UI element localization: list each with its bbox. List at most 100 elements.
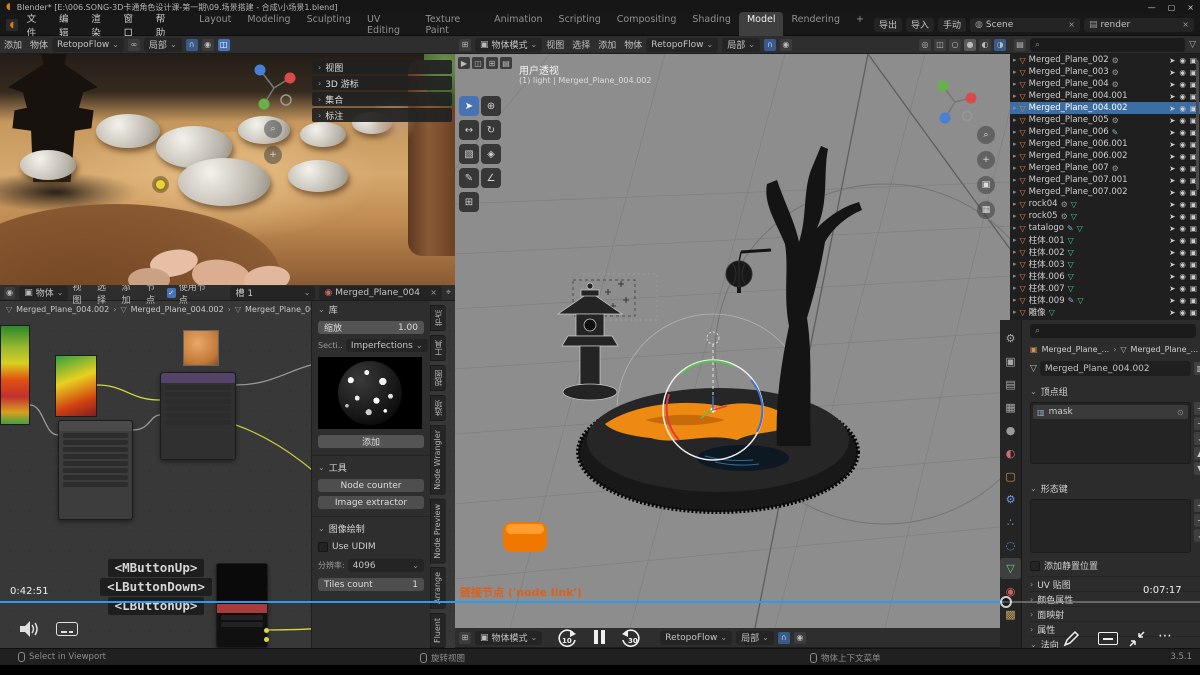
outliner-row[interactable]: ▸ ▽ 柱体.003 ▽ ➤ ◉ ▣ <box>1010 258 1200 270</box>
outliner-row[interactable]: ▸ ▽ 柱体.007 ▽ ➤ ◉ ▣ <box>1010 282 1200 294</box>
selectable-icon[interactable]: ➤ <box>1169 56 1175 65</box>
sidebar-panel-header[interactable]: ›标注 <box>312 108 452 122</box>
properties-search-input[interactable]: ⌕ <box>1030 324 1196 338</box>
shading-material-icon[interactable]: ◐ <box>979 39 991 51</box>
hide-viewport-icon[interactable]: ◉ <box>1179 212 1186 221</box>
disclosure-arrow-icon[interactable]: ▸ <box>1013 308 1017 316</box>
hide-viewport-icon[interactable]: ◉ <box>1179 56 1186 65</box>
hide-viewport-icon[interactable]: ◉ <box>1179 296 1186 305</box>
hide-viewport-icon[interactable]: ◉ <box>1179 116 1186 125</box>
workspace-tab[interactable]: Texture Paint <box>418 12 487 38</box>
properties-tab-icon[interactable]: ◌ <box>1000 535 1021 556</box>
pan-hand-icon[interactable]: + <box>264 146 282 164</box>
tool-button[interactable]: ➤ <box>459 96 479 116</box>
vertex-group-row[interactable]: ▥ mask ⊙ <box>1033 405 1188 419</box>
hide-render-icon[interactable]: ▣ <box>1190 212 1197 221</box>
hide-viewport-icon[interactable]: ◉ <box>1179 92 1186 101</box>
texture-thumbnail[interactable] <box>183 330 219 366</box>
rewind-10-icon[interactable]: 10 <box>556 628 578 648</box>
viewport-menu[interactable]: 添加 <box>4 38 22 51</box>
section-dropdown[interactable]: Imperfections⌄ <box>346 339 428 352</box>
add-shape-key-button[interactable]: + <box>1194 499 1200 512</box>
close-button[interactable]: × <box>1187 3 1194 12</box>
proportional-edit-icon[interactable]: ◉ <box>780 39 792 51</box>
tool-button[interactable]: ✎ <box>459 168 479 188</box>
hide-viewport-icon[interactable]: ◉ <box>1179 140 1186 149</box>
properties-tab-icon[interactable]: ◐ <box>1000 443 1021 464</box>
orientation-dropdown[interactable]: 局部⌄ <box>144 38 182 52</box>
sidebar-panel-header[interactable]: ›集合 <box>312 92 452 106</box>
hide-render-icon[interactable]: ▣ <box>1190 260 1197 269</box>
shading-rendered-icon[interactable]: ◑ <box>994 39 1006 51</box>
snap-magnet-icon[interactable]: ∩ <box>186 39 198 51</box>
gradient-node[interactable] <box>55 355 97 417</box>
selectable-icon[interactable]: ➤ <box>1169 80 1175 89</box>
properties-tab-icon[interactable]: ∴ <box>1000 512 1021 533</box>
workspace-tab[interactable]: Scripting <box>551 12 609 38</box>
hide-render-icon[interactable]: ▣ <box>1190 236 1197 245</box>
selectable-icon[interactable]: ➤ <box>1169 236 1175 245</box>
colorramp-node[interactable] <box>0 325 30 425</box>
shading-wireframe-icon[interactable]: ○ <box>949 39 961 51</box>
hide-render-icon[interactable]: ▣ <box>1190 248 1197 257</box>
outliner-row[interactable]: ▸ ▽ Merged_Plane_004.002 ➤ ◉ ▣ <box>1010 102 1200 114</box>
properties-tab-icon[interactable]: ▢ <box>1000 466 1021 487</box>
hide-viewport-icon[interactable]: ◉ <box>1179 284 1186 293</box>
section-header[interactable]: ›面映射 <box>1030 606 1200 621</box>
selectable-icon[interactable]: ➤ <box>1169 92 1175 101</box>
shading-solid-icon[interactable]: ● <box>964 39 976 51</box>
view-layer-selector[interactable]: ▤ render × <box>1084 18 1194 32</box>
outliner-row[interactable]: ▸ ▽ Merged_Plane_007.002 ➤ ◉ ▣ <box>1010 186 1200 198</box>
properties-tab-icon[interactable]: ⚙ <box>1000 489 1021 510</box>
hide-viewport-icon[interactable]: ◉ <box>1179 68 1186 77</box>
sidebar-tab[interactable]: 视图 <box>430 365 446 391</box>
filter-funnel-icon[interactable]: ▽ <box>1189 40 1196 50</box>
selectable-icon[interactable]: ➤ <box>1169 224 1175 233</box>
minimize-button[interactable]: — <box>1148 3 1156 12</box>
tool-button[interactable]: ⊞ <box>459 192 479 212</box>
resolution-dropdown[interactable]: 4096⌄ <box>348 559 424 572</box>
selectable-icon[interactable]: ➤ <box>1169 164 1175 173</box>
blender-app-icon[interactable]: ◖ <box>6 19 18 31</box>
selectable-icon[interactable]: ➤ <box>1169 284 1175 293</box>
roughness-node[interactable] <box>160 372 236 460</box>
retopoflow-menu[interactable]: RetopoFlow⌄ <box>660 631 732 645</box>
more-options-icon[interactable]: ⋯ <box>1158 628 1172 644</box>
proportional-edit-icon[interactable]: ◉ <box>202 39 214 51</box>
disclosure-arrow-icon[interactable]: ▸ <box>1013 296 1017 304</box>
outliner-row[interactable]: ▸ ▽ 柱体.009 ✎ ▽ ➤ ◉ ▣ <box>1010 294 1200 306</box>
disclosure-arrow-icon[interactable]: ▸ <box>1013 128 1017 136</box>
properties-tab-icon[interactable]: ▣ <box>1000 351 1021 372</box>
viewport-overlay-toggles[interactable]: ▶ ◫ ⊞ ▤ <box>458 57 512 69</box>
workspace-tab[interactable]: UV Editing <box>359 12 418 38</box>
outliner-row[interactable]: ▸ ▽ Merged_Plane_006 ✎ ➤ ◉ ▣ <box>1010 126 1200 138</box>
snap-magnet-icon[interactable]: ∩ <box>778 632 790 644</box>
disclosure-arrow-icon[interactable]: ▸ <box>1013 140 1017 148</box>
outliner-row[interactable]: ▸ ▽ rock05 ⚙ ▽ ➤ ◉ ▣ <box>1010 210 1200 222</box>
editor-type-icon[interactable]: ⊞ <box>459 632 471 644</box>
outliner-row[interactable]: ▸ ▽ Merged_Plane_002 ⚙ ➤ ◉ ▣ <box>1010 54 1200 66</box>
properties-tab-icon[interactable]: ▽ <box>1000 558 1021 579</box>
main-3d-viewport[interactable]: 用户透视 (1) light | Merged_Plane_004.002 ▶ … <box>455 54 1010 628</box>
hide-viewport-icon[interactable]: ◉ <box>1179 308 1186 317</box>
tool-button[interactable]: ▧ <box>459 144 479 164</box>
selectable-icon[interactable]: ➤ <box>1169 272 1175 281</box>
mode-dropdown[interactable]: ▣物体模式⌄ <box>475 631 542 645</box>
workspace-tab[interactable]: Layout <box>191 12 239 38</box>
viewport-menu[interactable]: 添加 <box>598 38 616 51</box>
selectable-icon[interactable]: ➤ <box>1169 212 1175 221</box>
workspace-tab[interactable]: Modeling <box>239 12 298 38</box>
disclosure-arrow-icon[interactable]: ▸ <box>1013 272 1017 280</box>
shape-key-specials-button[interactable]: ⌄ <box>1194 529 1200 542</box>
tool-button[interactable]: ∠ <box>481 168 501 188</box>
disclosure-arrow-icon[interactable]: ▸ <box>1013 68 1017 76</box>
hide-viewport-icon[interactable]: ◉ <box>1179 272 1186 281</box>
selectable-icon[interactable]: ➤ <box>1169 152 1175 161</box>
volume-icon[interactable] <box>18 620 40 638</box>
library-panel-header[interactable]: ⌄库 <box>318 303 424 316</box>
outliner-row[interactable]: ▸ ▽ rock04 ⚙ ▽ ➤ ◉ ▣ <box>1010 198 1200 210</box>
tool-button[interactable]: ⊕ <box>481 96 501 116</box>
retopoflow-menu[interactable]: RetopoFlow⌄ <box>646 38 718 52</box>
close-icon[interactable]: × <box>1068 20 1075 29</box>
hide-viewport-icon[interactable]: ◉ <box>1179 260 1186 269</box>
